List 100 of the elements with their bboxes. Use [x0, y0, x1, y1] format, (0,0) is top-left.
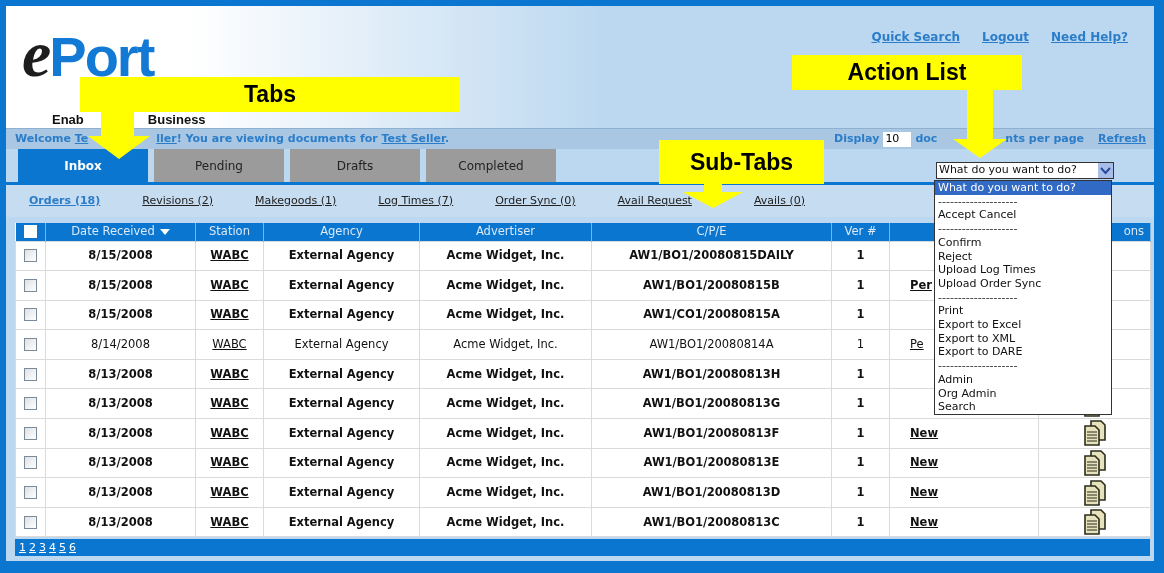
table-cell: 8/13/2008: [45, 477, 196, 508]
status-link[interactable]: New: [910, 484, 939, 499]
table-cell: Acme Widget, Inc.: [419, 418, 592, 449]
dropdown-option[interactable]: Export to Excel: [935, 318, 1111, 332]
table-cell: Acme Widget, Inc.: [419, 359, 592, 389]
row-checkbox[interactable]: [24, 456, 37, 470]
display-label: doc: [915, 130, 938, 147]
table-cell: AW1/BO1/20080813D: [591, 477, 832, 508]
status-link[interactable]: New: [910, 425, 939, 440]
table-cell: 8/15/2008: [45, 241, 196, 271]
select-all-checkbox[interactable]: [23, 225, 37, 239]
dropdown-option[interactable]: Upload Order Sync: [935, 276, 1111, 291]
sub-tab[interactable]: Revisions (2): [142, 192, 214, 210]
column-header[interactable]: ons: [1123, 224, 1144, 239]
row-checkbox[interactable]: [24, 515, 37, 529]
dropdown-option[interactable]: Confirm: [935, 235, 1111, 250]
sub-tab[interactable]: Avail Request: [617, 192, 692, 210]
table-cell: External Agency: [263, 359, 420, 389]
dropdown-option[interactable]: What do you want to do?: [935, 181, 1111, 195]
callout-label: Tabs: [80, 77, 460, 112]
callout-arrow: [953, 89, 1007, 158]
dropdown-option[interactable]: Org Admin: [935, 386, 1111, 401]
dropdown-option[interactable]: Reject: [935, 249, 1111, 264]
page-link[interactable]: 4: [49, 539, 56, 557]
page-link[interactable]: 1: [19, 539, 26, 557]
documents-icon[interactable]: [1083, 420, 1106, 447]
status-link[interactable]: Pe: [910, 336, 924, 351]
table-cell: AW1/BO1/20080813G: [591, 388, 832, 419]
table-cell: AW1/BO1/20080813C: [591, 507, 832, 537]
table-cell: AW1/CO1/20080815A: [591, 300, 832, 330]
documents-icon[interactable]: [1083, 509, 1106, 536]
welcome-text: ller! You are viewing documents for Test Seller.: [156, 130, 450, 147]
documents-icon[interactable]: [1083, 479, 1106, 506]
table-cell: AW1/BO1/20080813E: [591, 448, 832, 478]
dropdown-separator: --------------------: [937, 222, 1019, 236]
tab[interactable]: Inbox: [18, 149, 148, 182]
table-cell: Acme Widget, Inc.: [419, 477, 592, 508]
table-cell: 1: [831, 448, 890, 478]
tab[interactable]: Drafts: [290, 149, 420, 182]
table-cell: Acme Widget, Inc.: [419, 448, 592, 478]
table-cell: 1: [831, 477, 890, 508]
table-cell: AW1/BO1/20080815B: [591, 270, 832, 301]
table-cell: 1: [831, 241, 890, 271]
table-cell: Acme Widget, Inc.: [419, 300, 592, 330]
dropdown-option[interactable]: Upload Log Times: [935, 263, 1111, 277]
table-cell: AW1/BO1/20080813H: [591, 359, 832, 389]
table-cell: AW1/BO1/20080815DAILY: [591, 241, 832, 271]
page-link[interactable]: 3: [39, 539, 46, 557]
dropdown-option[interactable]: Export to DARE: [935, 345, 1111, 360]
table-cell: External Agency: [263, 241, 420, 271]
page-size-field[interactable]: 10: [883, 131, 912, 147]
table-cell: 1: [831, 270, 890, 301]
sub-tab[interactable]: Log Times (7): [378, 192, 454, 210]
row-checkbox[interactable]: [24, 278, 37, 292]
table-cell: 1: [831, 329, 890, 360]
table-cell: 8/13/2008: [45, 507, 196, 537]
row-checkbox[interactable]: [24, 337, 37, 351]
callout-arrow: [88, 110, 150, 159]
status-link[interactable]: New: [910, 455, 939, 470]
status-link[interactable]: Per: [910, 277, 932, 292]
table-cell: 1: [831, 418, 890, 449]
tab[interactable]: Completed: [426, 149, 556, 182]
page-link[interactable]: 6: [69, 539, 76, 557]
row-checkbox[interactable]: [24, 426, 37, 440]
dropdown-option[interactable]: Search: [935, 400, 1111, 414]
table-cell: Acme Widget, Inc.: [419, 241, 592, 271]
page-link[interactable]: 2: [29, 539, 36, 557]
table-cell: Acme Widget, Inc.: [419, 270, 592, 301]
table-cell: External Agency: [263, 270, 420, 301]
table-cell: 8/13/2008: [45, 418, 196, 449]
row-checkbox[interactable]: [24, 249, 37, 263]
dropdown-option[interactable]: Admin: [935, 372, 1111, 387]
sub-tab[interactable]: Makegoods (1): [255, 192, 337, 210]
logo-tagline: Enab: [52, 113, 84, 126]
table-cell: Acme Widget, Inc.: [419, 507, 592, 537]
column-header[interactable]: C/P/E: [696, 224, 727, 239]
sub-tab[interactable]: Avails (0): [753, 192, 805, 210]
dropdown-option[interactable]: Accept Cancel: [935, 208, 1111, 223]
row-checkbox[interactable]: [24, 397, 37, 411]
documents-icon[interactable]: [1083, 449, 1106, 476]
dropdown-option[interactable]: Print: [935, 304, 1111, 319]
dropdown-separator: --------------------: [937, 290, 1019, 305]
action-select[interactable]: What do you want to do?: [936, 162, 1114, 179]
table-cell: External Agency: [263, 507, 420, 537]
row-checkbox[interactable]: [24, 485, 37, 499]
table-cell: Acme Widget, Inc.: [419, 388, 592, 419]
table-cell: External Agency: [263, 388, 420, 419]
status-link[interactable]: New: [910, 514, 939, 529]
tab[interactable]: Pending: [154, 149, 284, 182]
row-checkbox[interactable]: [24, 308, 37, 322]
row-checkbox[interactable]: [24, 367, 37, 381]
dropdown-option[interactable]: Export to XML: [935, 331, 1111, 346]
table-cell: External Agency: [263, 448, 420, 478]
table-cell: Acme Widget, Inc.: [419, 329, 592, 360]
sub-tab[interactable]: Order Sync (0): [495, 192, 576, 210]
table-cell: External Agency: [263, 418, 420, 449]
sort-down-icon[interactable]: [159, 229, 170, 236]
page-link[interactable]: 5: [59, 539, 66, 557]
table-cell: 1: [831, 507, 890, 537]
dropdown-separator: --------------------: [937, 359, 1019, 373]
